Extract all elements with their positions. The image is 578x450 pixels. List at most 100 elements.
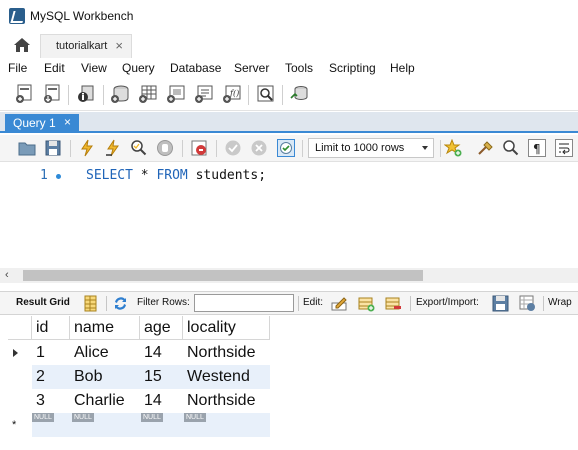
menu-bar: File Edit View Query Database Server Too…: [0, 58, 578, 79]
edit-label: Edit:: [303, 297, 324, 308]
menu-tools[interactable]: Tools: [285, 61, 313, 75]
open-sql-script-icon[interactable]: [42, 84, 62, 104]
table-cell[interactable]: Charlie: [70, 389, 140, 413]
table-cell[interactable]: Northside: [183, 341, 270, 365]
wrap-cell-content-label[interactable]: Wrap: [548, 297, 572, 308]
panel-splitter[interactable]: [0, 283, 578, 291]
rollback-icon[interactable]: [250, 139, 268, 157]
table-cell[interactable]: 14: [140, 341, 183, 365]
current-row-indicator[interactable]: [8, 341, 32, 365]
execute-lightning-icon[interactable]: [78, 139, 96, 157]
tab-query-1[interactable]: Query 1 ×: [5, 114, 79, 133]
row-pointer-icon: [13, 349, 18, 357]
column-header-locality[interactable]: locality: [183, 316, 270, 340]
toolbar-separator: [70, 140, 71, 157]
refresh-icon[interactable]: [112, 295, 129, 312]
menu-file[interactable]: File: [8, 61, 27, 75]
scroll-left-icon[interactable]: ‹: [5, 269, 9, 281]
connection-tab-bar: tutorialkart ×: [0, 32, 578, 58]
create-table-icon[interactable]: [138, 84, 158, 104]
edit-row-icon[interactable]: [331, 295, 348, 312]
result-grid: id name age locality 1 Alice 14 Northsid…: [0, 316, 578, 450]
menu-help[interactable]: Help: [390, 61, 415, 75]
column-header-name[interactable]: name: [70, 316, 140, 340]
toolbar-separator: [410, 296, 411, 311]
create-procedure-icon[interactable]: [194, 84, 214, 104]
table-cell[interactable]: 1: [32, 341, 70, 365]
grid-layout-icon[interactable]: [82, 295, 99, 312]
new-sql-tab-icon[interactable]: [14, 84, 34, 104]
scrollbar-thumb[interactable]: [23, 270, 423, 281]
import-icon[interactable]: [519, 295, 536, 312]
toolbar-separator: [302, 140, 303, 157]
limit-rows-select[interactable]: Limit to 1000 rows: [308, 138, 434, 158]
sql-text: *: [132, 168, 157, 183]
save-icon[interactable]: [44, 139, 62, 157]
menu-edit[interactable]: Edit: [44, 61, 65, 75]
export-icon[interactable]: [492, 295, 509, 312]
table-cell[interactable]: Alice: [70, 341, 140, 365]
create-function-icon[interactable]: f(): [222, 84, 242, 104]
find-replace-icon[interactable]: [502, 139, 520, 157]
table-cell[interactable]: Westend: [183, 365, 270, 389]
beautify-broom-icon[interactable]: [476, 139, 494, 157]
commit-icon[interactable]: [224, 139, 242, 157]
result-toolbar: Result Grid Filter Rows: Edit: Export/Im…: [0, 291, 578, 315]
insert-row-icon[interactable]: [358, 295, 375, 312]
main-toolbar: f(): [0, 79, 578, 111]
menu-query[interactable]: Query: [122, 61, 155, 75]
connection-tab-tutorialkart[interactable]: tutorialkart ×: [40, 34, 132, 58]
editor-horizontal-scrollbar[interactable]: ‹: [0, 268, 578, 283]
menu-server[interactable]: Server: [234, 61, 269, 75]
word-wrap-icon[interactable]: [555, 139, 573, 157]
sql-keyword: SELECT: [86, 168, 133, 183]
create-schema-icon[interactable]: [110, 84, 130, 104]
sql-editor[interactable]: 1 SELECT * FROM students;: [0, 162, 578, 267]
filter-rows-input[interactable]: [194, 294, 294, 312]
autocommit-toggle-icon[interactable]: [277, 139, 295, 157]
home-icon[interactable]: [13, 37, 31, 53]
toggle-stop-on-error-icon[interactable]: [190, 139, 208, 157]
toolbar-separator: [440, 140, 441, 157]
table-cell[interactable]: 15: [140, 365, 183, 389]
table-cell[interactable]: Bob: [70, 365, 140, 389]
search-table-data-icon[interactable]: [256, 84, 276, 104]
result-grid-tab[interactable]: Result Grid: [16, 297, 70, 308]
table-cell[interactable]: 2: [32, 365, 70, 389]
inspector-icon[interactable]: [76, 84, 96, 104]
table-cell[interactable]: 14: [140, 389, 183, 413]
menu-scripting[interactable]: Scripting: [329, 61, 376, 75]
close-icon[interactable]: ×: [64, 115, 71, 129]
svg-text:f(): f(): [229, 89, 239, 98]
delete-row-icon[interactable]: [385, 295, 402, 312]
invisible-characters-icon[interactable]: ¶: [528, 139, 546, 157]
toolbar-separator: [103, 85, 104, 105]
create-view-icon[interactable]: [166, 84, 186, 104]
toolbar-separator: [106, 296, 107, 311]
row-header[interactable]: [8, 365, 32, 389]
query-tab-bar: Query 1 ×: [0, 112, 578, 133]
limit-rows-value: Limit to 1000 rows: [315, 142, 405, 154]
null-badge: NULL: [141, 413, 163, 422]
sql-statement[interactable]: SELECT * FROM students;: [86, 168, 266, 183]
column-header-id[interactable]: id: [32, 316, 70, 340]
filter-rows-label: Filter Rows:: [137, 297, 190, 308]
table-cell[interactable]: Northside: [183, 389, 270, 413]
explain-icon[interactable]: [130, 139, 148, 157]
toolbar-separator: [182, 140, 183, 157]
row-header[interactable]: [8, 389, 32, 413]
toolbar-separator: [248, 85, 249, 105]
close-icon[interactable]: ×: [115, 38, 123, 53]
stop-icon[interactable]: [156, 139, 174, 157]
execute-current-statement-icon[interactable]: [104, 139, 122, 157]
add-snippet-icon[interactable]: [444, 139, 462, 157]
menu-view[interactable]: View: [81, 61, 107, 75]
table-cell[interactable]: 3: [32, 389, 70, 413]
reconnect-icon[interactable]: [289, 84, 309, 104]
open-file-icon[interactable]: [18, 139, 36, 157]
menu-database[interactable]: Database: [170, 61, 221, 75]
connection-tab-label: tutorialkart: [56, 40, 108, 52]
column-header-age[interactable]: age: [140, 316, 183, 340]
sql-editor-toolbar: Limit to 1000 rows ¶: [0, 135, 578, 162]
title-bar: MySQL Workbench: [0, 0, 578, 32]
